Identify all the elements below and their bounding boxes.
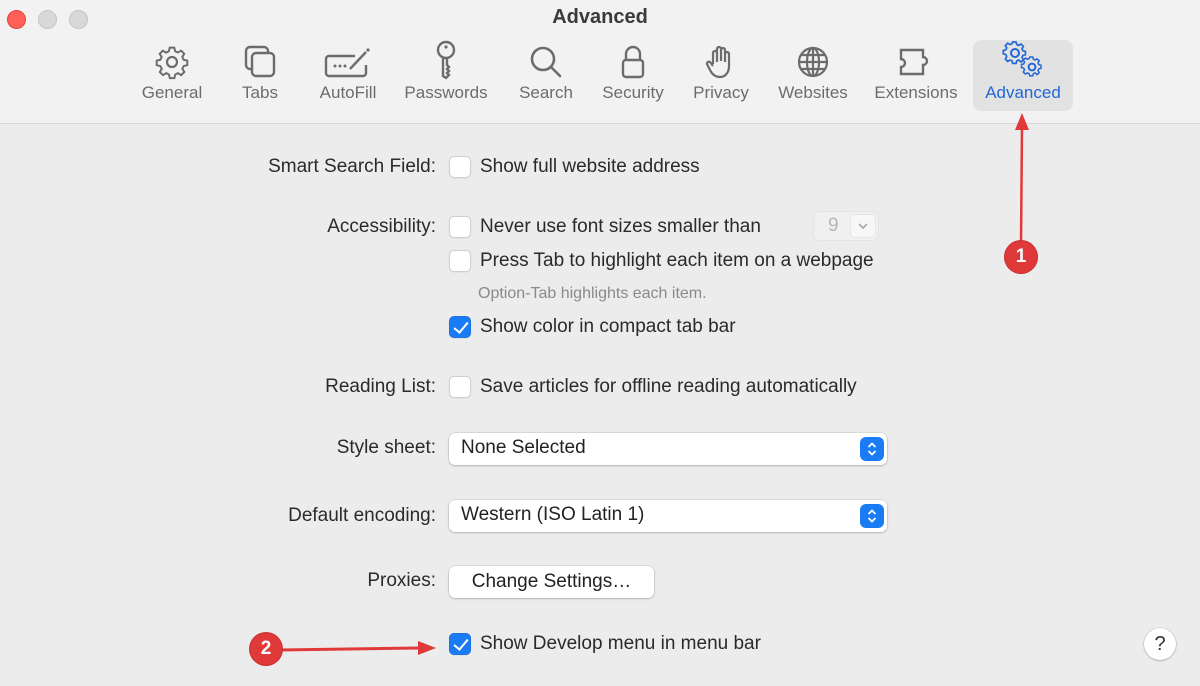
title-bar: Advanced General Tabs AutoFill Passwords… — [0, 0, 1200, 124]
show-full-address-checkbox[interactable] — [449, 156, 471, 178]
window-title: Advanced — [552, 6, 648, 28]
tab-advanced[interactable]: Advanced — [973, 40, 1073, 111]
tab-privacy[interactable]: Privacy — [688, 40, 754, 111]
hand-icon — [705, 40, 737, 80]
tab-autofill-label: AutoFill — [319, 83, 377, 102]
press-tab-hint: Option-Tab highlights each item. — [478, 285, 707, 302]
puzzle-icon — [896, 40, 936, 80]
tab-passwords[interactable]: Passwords — [400, 40, 492, 111]
min-font-size-text: Never use font sizes smaller than — [480, 216, 761, 237]
save-offline-text: Save articles for offline reading automa… — [480, 376, 857, 397]
press-tab-checkbox[interactable] — [449, 250, 471, 272]
style-sheet-value: None Selected — [461, 437, 586, 458]
lock-icon — [619, 40, 647, 80]
up-down-chevron-icon — [860, 437, 884, 461]
show-develop-menu-checkbox[interactable] — [449, 633, 471, 655]
proxies-label: Proxies: — [367, 570, 436, 591]
tab-websites[interactable]: Websites — [772, 40, 854, 111]
show-color-tab-bar-text: Show color in compact tab bar — [480, 316, 736, 337]
tab-tabs[interactable]: Tabs — [228, 40, 292, 111]
default-encoding-value: Western (ISO Latin 1) — [461, 504, 645, 525]
tab-passwords-label: Passwords — [404, 83, 488, 102]
show-full-address-text: Show full website address — [480, 156, 700, 177]
tab-privacy-label: Privacy — [693, 83, 749, 102]
show-develop-menu-text: Show Develop menu in menu bar — [480, 633, 761, 654]
tab-security[interactable]: Security — [596, 40, 670, 111]
style-sheet-select[interactable]: None Selected — [449, 433, 887, 465]
style-sheet-label: Style sheet: — [336, 437, 436, 458]
tab-search-label: Search — [519, 83, 573, 102]
reading-list-label: Reading List: — [325, 376, 436, 397]
annotation-arrow-2 — [279, 641, 436, 655]
gear-icon — [154, 40, 190, 80]
autofill-icon — [323, 40, 373, 80]
min-font-size-checkbox[interactable] — [449, 216, 471, 238]
tab-autofill[interactable]: AutoFill — [312, 40, 384, 111]
search-icon — [528, 40, 564, 80]
min-font-size-select[interactable]: 9 — [813, 211, 879, 241]
press-tab-text: Press Tab to highlight each item on a we… — [480, 250, 874, 271]
annotation-marker-2: 2 — [250, 633, 282, 665]
accessibility-label: Accessibility: — [327, 216, 436, 237]
preferences-toolbar: General Tabs AutoFill Passwords Search S… — [0, 40, 1200, 112]
change-settings-button[interactable]: Change Settings… — [449, 566, 654, 598]
show-color-tab-bar-checkbox[interactable] — [449, 316, 471, 338]
help-button[interactable]: ? — [1144, 628, 1176, 660]
annotation-marker-1: 1 — [1005, 241, 1037, 273]
annotation-arrow-1 — [1015, 113, 1029, 245]
chevron-down-icon — [850, 214, 876, 238]
smart-search-label: Smart Search Field: — [268, 156, 436, 177]
gears-icon — [1001, 40, 1045, 80]
tab-advanced-label: Advanced — [985, 83, 1061, 102]
up-down-chevron-icon — [860, 504, 884, 528]
tab-search[interactable]: Search — [512, 40, 580, 111]
tab-extensions[interactable]: Extensions — [868, 40, 964, 111]
tabs-icon — [242, 40, 278, 80]
tab-extensions-label: Extensions — [874, 83, 958, 102]
tab-general-label: General — [141, 83, 203, 102]
save-offline-checkbox[interactable] — [449, 376, 471, 398]
globe-icon — [795, 40, 831, 80]
tab-tabs-label: Tabs — [242, 83, 278, 102]
tab-websites-label: Websites — [778, 83, 848, 102]
default-encoding-label: Default encoding: — [288, 505, 436, 526]
min-font-size-value: 9 — [828, 215, 839, 236]
tab-general[interactable]: General — [136, 40, 208, 111]
tab-security-label: Security — [602, 83, 664, 102]
default-encoding-select[interactable]: Western (ISO Latin 1) — [449, 500, 887, 532]
key-icon — [432, 40, 460, 80]
